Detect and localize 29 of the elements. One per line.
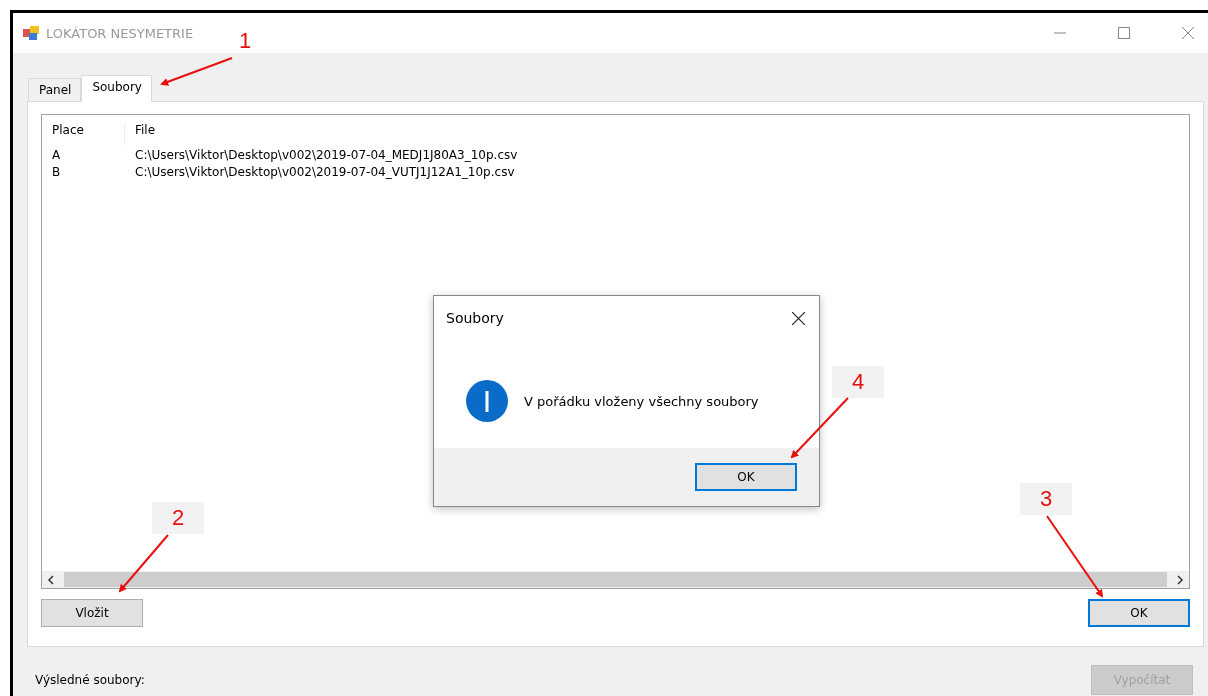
results-label: Výsledné soubory: [35,673,145,687]
dialog-ok-button[interactable]: OK [695,463,797,491]
annotation-number: 2 [152,502,204,534]
info-icon [466,380,508,422]
scroll-thumb[interactable] [64,572,1167,587]
button[interactable]: OK [1088,599,1190,627]
maximize-icon[interactable] [1118,27,1130,39]
tab[interactable]: Panel [28,78,82,101]
annotation-number: 4 [832,366,884,398]
dialog-message: V pořádku vloženy všechny soubory [524,393,759,409]
annotation-number: 3 [1020,483,1072,515]
list-cell-text: A [51,149,62,162]
horizontal-scrollbar[interactable] [42,571,1189,588]
column-header[interactable]: Place [42,123,125,145]
close-icon[interactable] [792,311,805,325]
list-cell-text: C:\Users\Viktor\Desktop\v002\2019-07-04_VUTJ1J12A1_10p.csv [134,166,515,179]
annotation-number: 1 [237,28,253,54]
annotation-arrow [790,397,849,459]
list-cell-text: C:\Users\Viktor\Desktop\v002\2019-07-04_MEDJ1J80A3_10p.csv [134,149,518,162]
column-header[interactable]: File [125,123,156,145]
annotation-arrow [118,534,169,593]
dialog-title: Soubory [446,310,504,326]
scroll-right-icon[interactable] [1176,574,1184,585]
list-cell-text: B [51,166,62,179]
window-title: LOKÁTOR NESYMETRIE [46,25,194,41]
scroll-left-icon[interactable] [47,574,55,585]
app-icon [23,25,39,41]
button[interactable]: Vložit [41,599,143,627]
tab[interactable]: Soubory [81,75,152,102]
